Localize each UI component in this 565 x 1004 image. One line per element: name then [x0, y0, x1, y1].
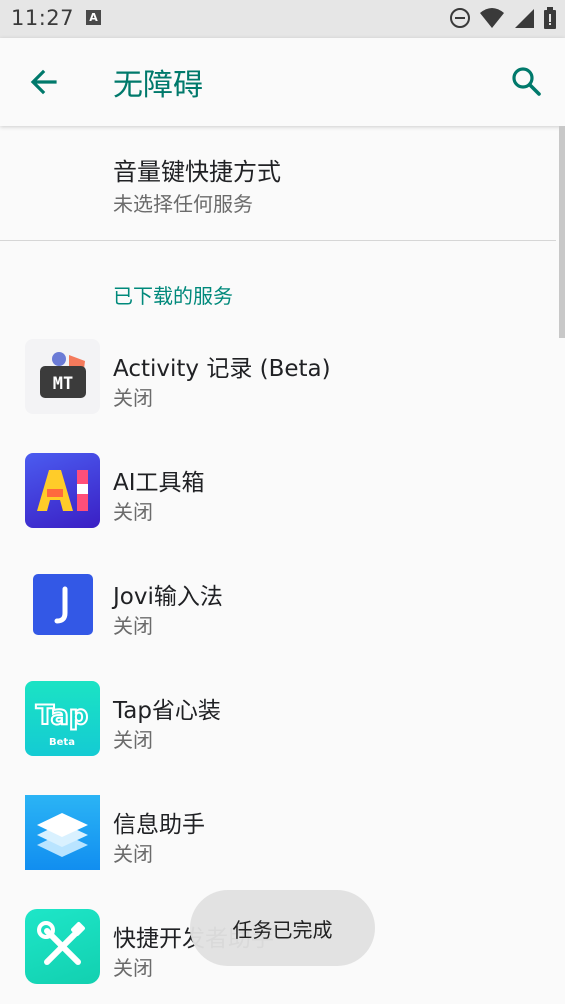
- service-name: 信息助手: [113, 812, 205, 838]
- back-button[interactable]: [24, 62, 64, 102]
- service-item-tap-install[interactable]: Tap Beta Tap省心装 关闭: [0, 662, 565, 776]
- section-header-downloaded: 已下载的服务: [113, 284, 233, 308]
- service-name: Jovi输入法: [113, 584, 223, 610]
- signal-icon: [515, 9, 534, 28]
- activity-record-icon: MT: [25, 339, 100, 414]
- service-state: 关闭: [113, 728, 153, 752]
- tap-icon-subtext: Beta: [49, 737, 75, 748]
- page-title: 无障碍: [113, 68, 203, 103]
- tap-icon-text: Tap: [36, 700, 88, 731]
- service-state: 关闭: [113, 500, 153, 524]
- search-button[interactable]: [507, 62, 547, 102]
- status-bar: 11:27 A: [0, 0, 565, 38]
- dnd-icon: [450, 8, 470, 28]
- scrollbar-thumb[interactable]: [559, 126, 565, 338]
- volume-key-shortcut-item[interactable]: 音量键快捷方式 未选择任何服务: [0, 126, 565, 240]
- service-item-info-assistant[interactable]: 信息助手 关闭: [0, 776, 565, 890]
- service-state: 关闭: [113, 842, 153, 866]
- arrow-back-icon: [30, 69, 57, 95]
- ai-toolbox-icon: [25, 453, 100, 528]
- service-item-ai-toolbox[interactable]: AI工具箱 关闭: [0, 434, 565, 548]
- dev-tools-icon: [25, 909, 100, 984]
- toast-message: 任务已完成: [190, 890, 375, 966]
- divider: [0, 240, 556, 241]
- search-icon: [512, 67, 541, 96]
- battery-icon: [544, 7, 556, 29]
- service-item-activity-record[interactable]: MT Activity 记录 (Beta) 关闭: [0, 320, 565, 434]
- jovi-input-icon: [25, 567, 100, 642]
- service-state: 关闭: [113, 386, 153, 410]
- service-state: 关闭: [113, 956, 153, 980]
- service-name: Activity 记录 (Beta): [113, 356, 331, 382]
- tap-install-icon: Tap Beta: [25, 681, 100, 756]
- volume-shortcut-title: 音量键快捷方式: [113, 158, 281, 186]
- app-bar: 无障碍: [0, 38, 565, 126]
- wifi-icon: [480, 8, 504, 28]
- status-icons: [449, 7, 557, 29]
- status-time: 11:27: [11, 6, 75, 30]
- service-name: Tap省心装: [113, 698, 221, 724]
- service-item-jovi-input[interactable]: Jovi输入法 关闭: [0, 548, 565, 662]
- service-name: AI工具箱: [113, 470, 205, 496]
- service-state: 关闭: [113, 614, 153, 638]
- info-assistant-icon: [25, 795, 100, 870]
- volume-shortcut-subtitle: 未选择任何服务: [113, 192, 253, 216]
- activity-icon-text: MT: [53, 374, 73, 394]
- notification-badge: A: [86, 10, 101, 25]
